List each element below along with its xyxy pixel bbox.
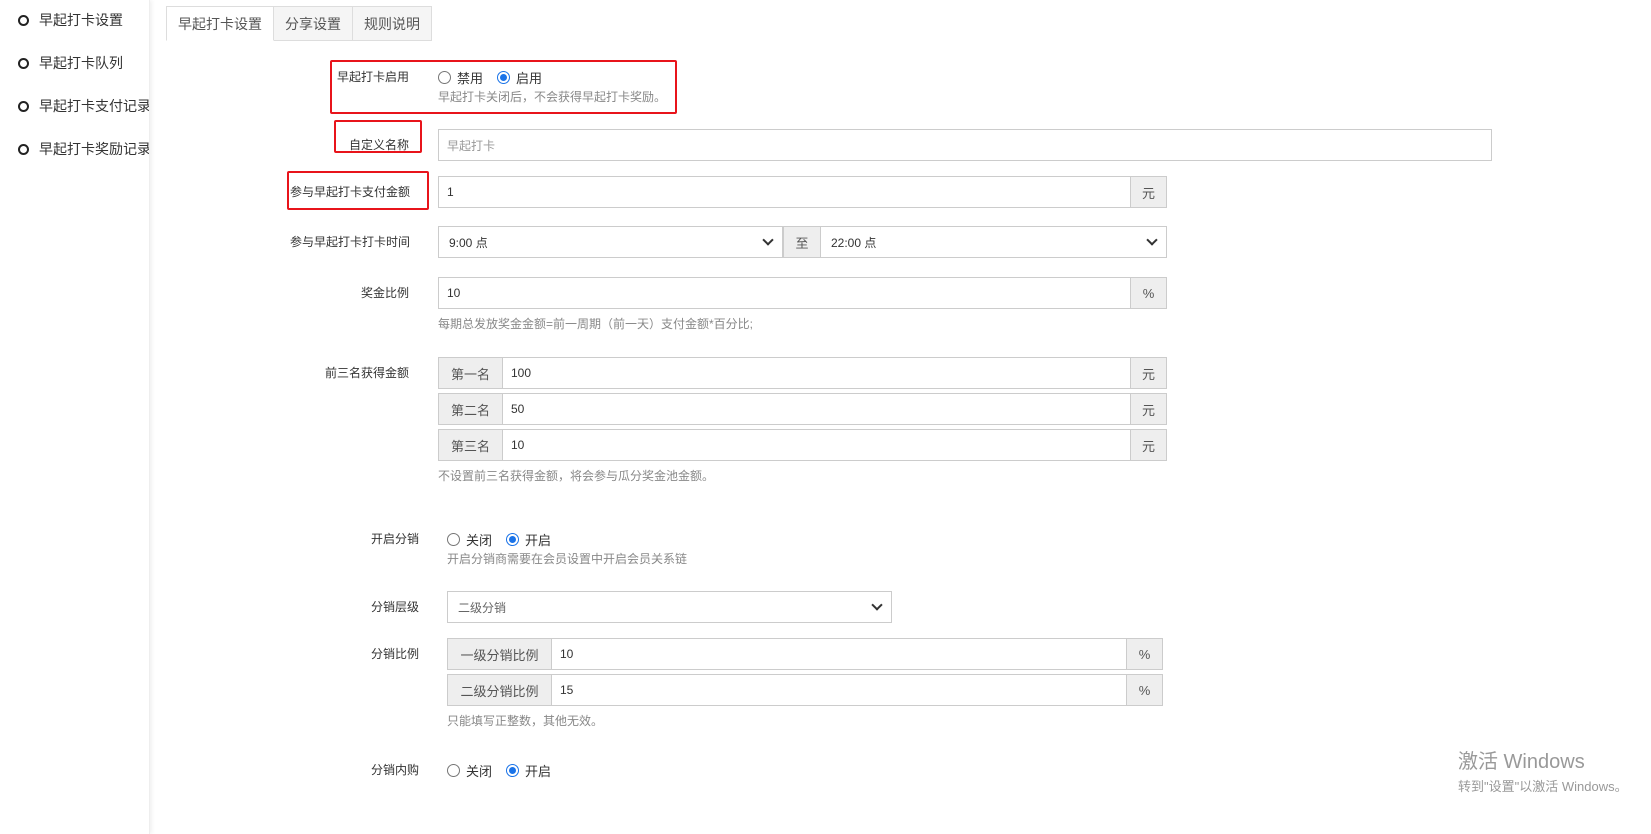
distribution-on-radio[interactable] [506, 533, 520, 546]
rank-1-unit: 元 [1130, 357, 1167, 389]
circle-icon [18, 14, 29, 26]
sidebar-item-label: 早起打卡设置 [39, 12, 123, 28]
dist-level-2-addon: 二级分销比例 [447, 674, 552, 706]
bonus-ratio-unit: % [1130, 277, 1167, 309]
distribution-label: 开启分销 [370, 532, 419, 546]
rank-3-addon: 第三名 [438, 429, 503, 461]
distribution-radio-group: 关闭 开启 [447, 530, 565, 549]
custom-name-label: 自定义名称 [348, 138, 409, 152]
inner-buy-off-label: 关闭 [466, 764, 493, 779]
inner-buy-off-radio[interactable] [447, 764, 460, 777]
distribution-on-label: 开启 [525, 533, 552, 548]
time-end-value: 22:00 点 [831, 235, 877, 250]
level-label: 分销层级 [370, 600, 419, 614]
sidebar-item-label: 早起打卡队列 [39, 55, 123, 71]
level-select[interactable]: 二级分销 [447, 591, 892, 623]
sidebar-item-label: 早起打卡奖励记录 [39, 141, 150, 157]
dist-level-1-input[interactable]: 10 [551, 638, 1127, 670]
time-start-value: 9:00 点 [449, 235, 488, 250]
dist-level-2-input[interactable]: 15 [551, 674, 1127, 706]
enable-on-radio[interactable] [497, 71, 511, 84]
distribution-hint: 开启分销商需要在会员设置中开启会员关系链 [447, 552, 688, 566]
bonus-ratio-hint: 每期总发放奖金金额=前一周期（前一天）支付金额*百分比; [438, 317, 754, 331]
rank-2-addon: 第二名 [438, 393, 503, 425]
sidebar-item-payments[interactable]: 早起打卡支付记录 [18, 95, 150, 117]
bonus-ratio-label: 奖金比例 [360, 286, 409, 300]
rank-1-addon: 第一名 [438, 357, 503, 389]
top3-hint: 不设置前三名获得金额，将会参与瓜分奖金池金额。 [438, 469, 715, 483]
pay-amount-unit: 元 [1130, 176, 1167, 208]
bonus-ratio-input[interactable]: 10 [438, 277, 1131, 309]
watermark-line2: 转到"设置"以激活 Windows。 [1458, 779, 1628, 794]
tab-share[interactable]: 分享设置 [274, 6, 353, 41]
circle-icon [18, 100, 29, 112]
tab-settings[interactable]: 早起打卡设置 [166, 6, 274, 41]
inner-buy-radio-group: 关闭 开启 [447, 761, 565, 780]
rank-2-unit: 元 [1130, 393, 1167, 425]
rank-3-unit: 元 [1130, 429, 1167, 461]
enable-off-label: 禁用 [457, 71, 484, 86]
circle-icon [18, 143, 29, 155]
distribution-off-label: 关闭 [466, 533, 493, 548]
sidebar-item-settings[interactable]: 早起打卡设置 [18, 9, 123, 31]
custom-name-input[interactable]: 早起打卡 [438, 129, 1492, 161]
rank-1-input[interactable]: 100 [502, 357, 1131, 389]
rank-2-input[interactable]: 50 [502, 393, 1131, 425]
chevron-down-icon [1146, 234, 1158, 246]
tab-rules[interactable]: 规则说明 [353, 6, 432, 41]
enable-off-radio[interactable] [438, 71, 451, 84]
distribution-off-radio[interactable] [447, 533, 460, 546]
enable-on-label: 启用 [516, 71, 543, 86]
sidebar: 早起打卡设置 早起打卡队列 早起打卡支付记录 早起打卡奖励记录 [0, 0, 150, 834]
time-start-select[interactable]: 9:00 点 [438, 226, 783, 258]
inner-buy-label: 分销内购 [370, 763, 419, 777]
windows-activation-watermark: 激活 Windows 转到"设置"以激活 Windows。 [1458, 750, 1628, 796]
chevron-down-icon [762, 234, 774, 246]
chevron-down-icon [871, 599, 883, 611]
pay-amount-input[interactable]: 1 [438, 176, 1131, 208]
dist-ratio-label: 分销比例 [370, 647, 419, 661]
time-end-select[interactable]: 22:00 点 [820, 226, 1167, 258]
dist-level-1-unit: % [1126, 638, 1163, 670]
circle-icon [18, 57, 29, 69]
time-label: 参与早起打卡打卡时间 [290, 235, 411, 249]
top3-label: 前三名获得金额 [324, 366, 409, 380]
enable-hint: 早起打卡关闭后，不会获得早起打卡奖励。 [438, 90, 667, 104]
inner-buy-on-label: 开启 [525, 764, 552, 779]
dist-ratio-hint: 只能填写正整数，其他无效。 [447, 714, 604, 728]
tab-bar: 早起打卡设置 分享设置 规则说明 [166, 6, 432, 41]
time-separator: 至 [783, 226, 821, 258]
pay-amount-label: 参与早起打卡支付金额 [290, 185, 411, 199]
rank-3-input[interactable]: 10 [502, 429, 1131, 461]
sidebar-item-rewards[interactable]: 早起打卡奖励记录 [18, 138, 150, 160]
inner-buy-on-radio[interactable] [506, 764, 520, 777]
dist-level-2-unit: % [1126, 674, 1163, 706]
watermark-line1: 激活 Windows [1458, 751, 1585, 773]
dist-level-1-addon: 一级分销比例 [447, 638, 552, 670]
sidebar-item-queue[interactable]: 早起打卡队列 [18, 52, 123, 74]
enable-radio-group: 禁用 启用 [438, 68, 556, 87]
sidebar-item-label: 早起打卡支付记录 [39, 98, 150, 114]
enable-label: 早起打卡启用 [336, 70, 409, 84]
level-value: 二级分销 [458, 600, 507, 615]
